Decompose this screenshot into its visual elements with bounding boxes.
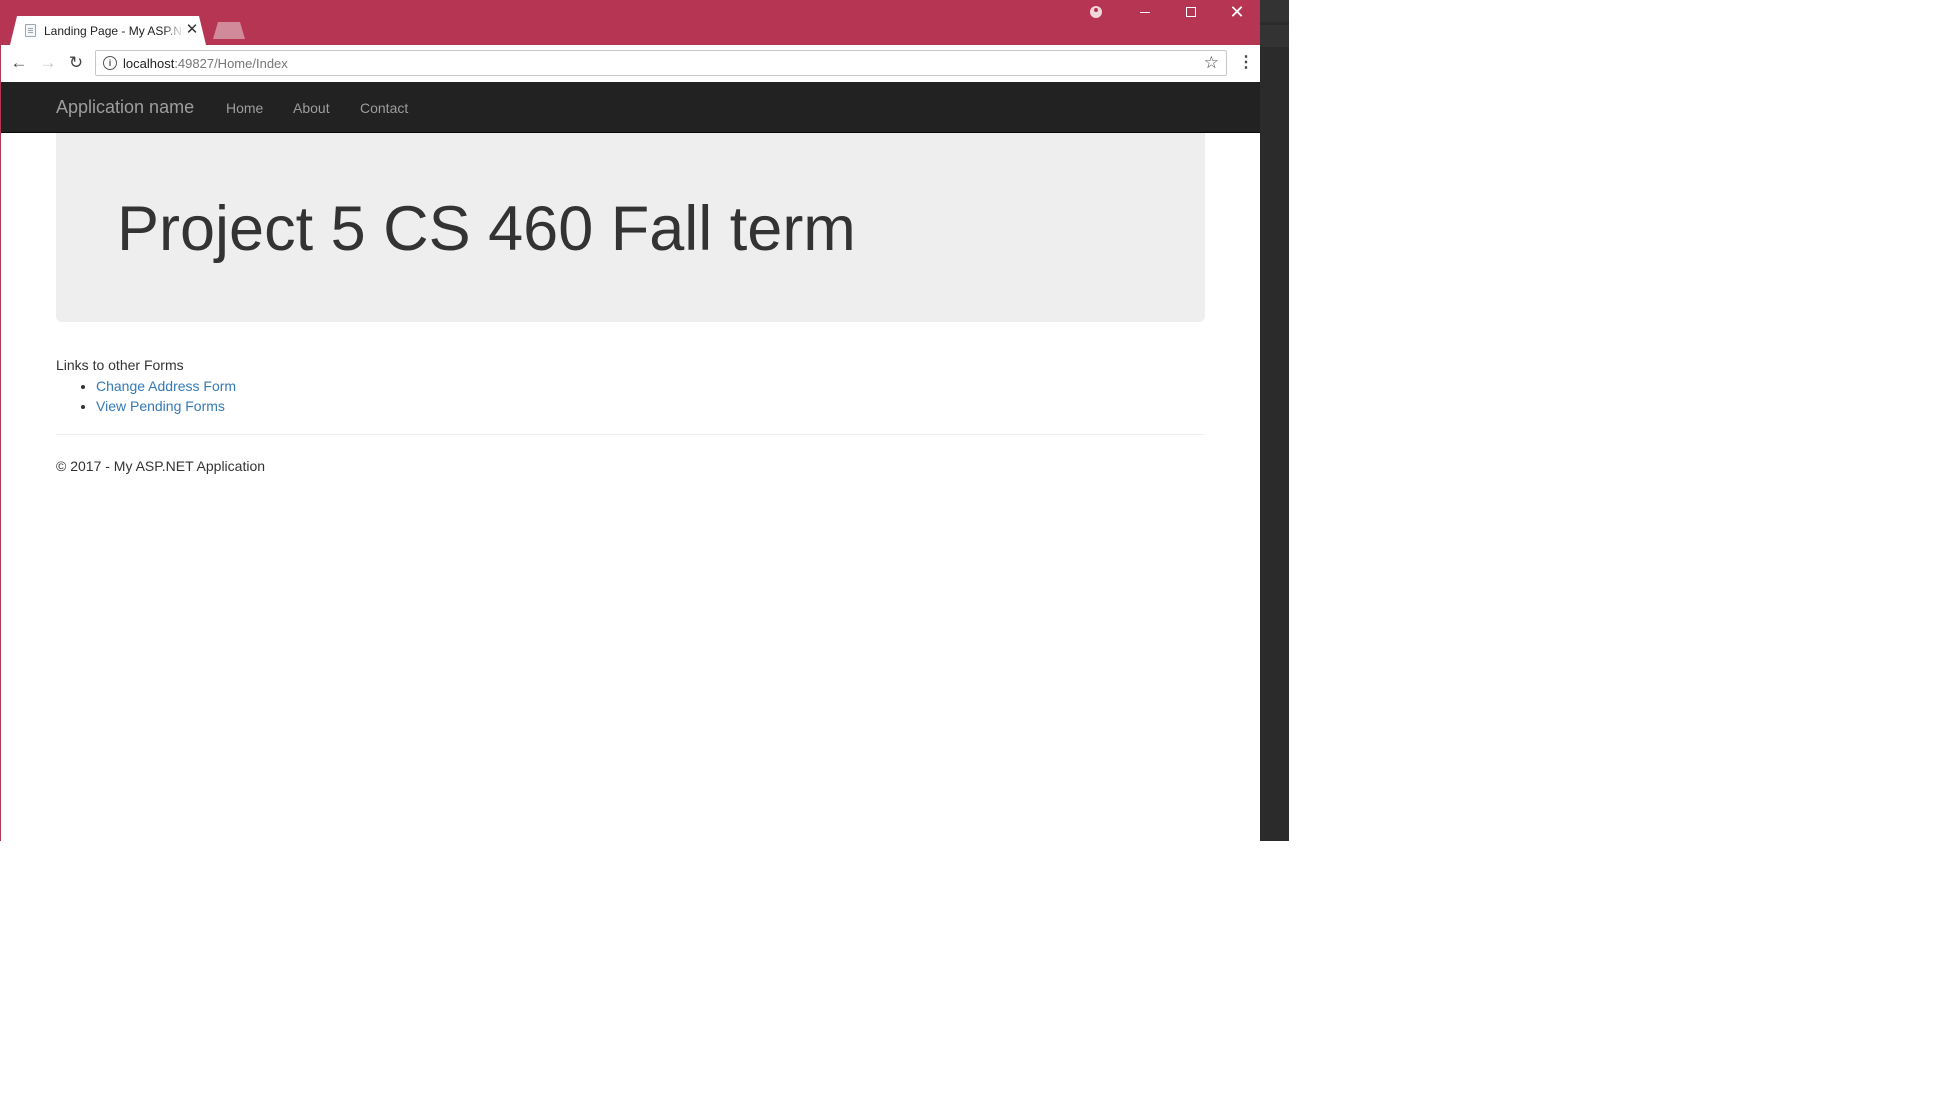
reload-button[interactable]: ↻ [64, 51, 88, 75]
jumbotron: Project 5 CS 460 Fall term [56, 133, 1205, 322]
forms-link-list: Change Address Form View Pending Forms [56, 376, 236, 416]
footer-copyright: © 2017 - My ASP.NET Application [56, 458, 266, 474]
change-address-form-link[interactable]: Change Address Form [96, 378, 236, 394]
url-path: :49827/Home/Index [174, 56, 288, 71]
desktop-band [1260, 25, 1289, 47]
browser-window: Landing Page - My ASP.NET Application ✕ … [0, 0, 1260, 841]
browser-tab-active[interactable]: Landing Page - My ASP.NET Application ✕ [10, 16, 206, 45]
browser-titlebar: Landing Page - My ASP.NET Application ✕ … [0, 0, 1260, 45]
close-icon: ✕ [1229, 2, 1245, 22]
desktop-band [1260, 0, 1289, 22]
arrow-right-icon: → [39, 53, 57, 72]
new-tab-button[interactable] [213, 22, 245, 39]
more-vertical-icon: ⋮ [1238, 54, 1254, 71]
page-title: Project 5 CS 460 Fall term [117, 194, 856, 264]
url-host: localhost [123, 56, 175, 71]
user-profile-button[interactable] [1076, 0, 1116, 24]
back-button[interactable]: ← [7, 51, 31, 75]
nav-link-contact[interactable]: Contact [360, 99, 408, 117]
bookmark-star-icon[interactable]: ☆ [1204, 53, 1219, 73]
info-icon[interactable]: i [103, 56, 117, 70]
site-navbar: Application name Home About Contact [1, 82, 1260, 133]
screen: Landing Page - My ASP.NET Application ✕ … [0, 0, 1940, 1096]
list-item: View Pending Forms [96, 396, 236, 416]
nav-link-home[interactable]: Home [226, 99, 263, 117]
minimize-button[interactable] [1126, 0, 1166, 24]
browser-toolbar: ← → ↻ i localhost:49827/Home/Index ☆ ⋮ [0, 45, 1260, 82]
desktop-background [1260, 0, 1289, 841]
arrow-left-icon: ← [10, 53, 28, 72]
navbar-brand[interactable]: Application name [56, 96, 194, 118]
maximize-button[interactable] [1171, 0, 1211, 24]
user-profile-icon [1090, 6, 1102, 18]
page-favicon-icon [25, 24, 36, 37]
forward-button[interactable]: → [36, 51, 60, 75]
address-bar[interactable]: i localhost:49827/Home/Index ☆ [95, 50, 1227, 76]
url-text: localhost:49827/Home/Index [123, 55, 288, 72]
reload-icon: ↻ [68, 53, 84, 72]
list-item: Change Address Form [96, 376, 236, 396]
maximize-icon [1186, 7, 1196, 17]
browser-menu-button[interactable]: ⋮ [1236, 51, 1256, 75]
page-viewport: Application name Home About Contact Proj… [0, 82, 1260, 841]
close-window-button[interactable]: ✕ [1217, 0, 1257, 24]
tab-title: Landing Page - My ASP.NET Application [44, 24, 184, 38]
tab-close-icon[interactable]: ✕ [184, 22, 200, 38]
footer-divider [56, 434, 1205, 435]
links-heading: Links to other Forms [56, 357, 184, 373]
view-pending-forms-link[interactable]: View Pending Forms [96, 398, 225, 414]
minimize-icon [1140, 12, 1150, 13]
nav-link-about[interactable]: About [293, 99, 330, 117]
